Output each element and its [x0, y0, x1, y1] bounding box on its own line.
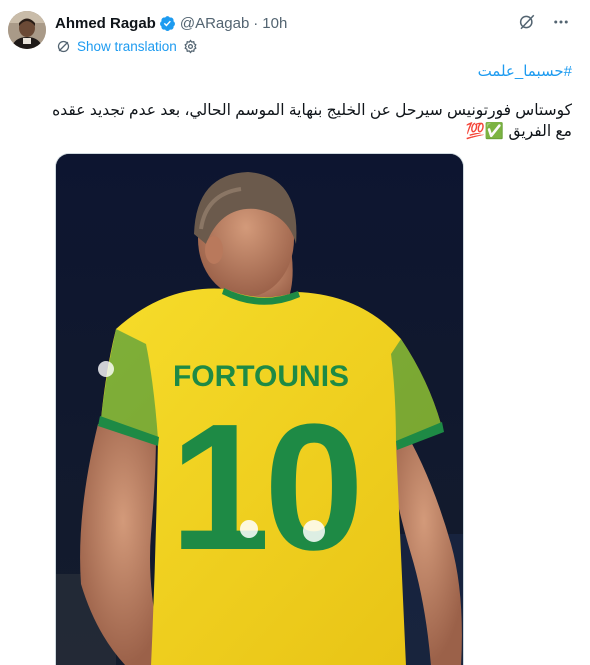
show-translation-row: Show translation [56, 39, 198, 54]
avatar[interactable] [8, 11, 46, 49]
timestamp[interactable]: 10h [262, 15, 287, 32]
more-icon[interactable] [552, 13, 570, 31]
translate-icon [56, 39, 71, 54]
grok-icon[interactable] [518, 13, 536, 31]
tweet-top-actions [518, 13, 570, 31]
tweet-photo[interactable]: FORTOUNIS 10 [55, 153, 464, 665]
jersey-number: 10 [170, 387, 358, 588]
show-translation-link[interactable]: Show translation [77, 39, 177, 54]
tweet-card: Ahmed Ragab @ARagab · 10h Show translati… [0, 0, 590, 665]
display-name[interactable]: Ahmed Ragab [55, 15, 156, 32]
author-handle[interactable]: @ARagab [180, 15, 249, 32]
time-separator: · [253, 14, 259, 32]
hashtag-link[interactable]: #حسبما_علمت [478, 62, 572, 80]
verified-badge-icon [159, 15, 176, 32]
tweet-header: Ahmed Ragab @ARagab · 10h [55, 12, 287, 34]
tweet-text: كوستاس فورتونيس سيرحل عن الخليج بنهاية ا… [52, 102, 572, 140]
settings-icon[interactable] [183, 39, 198, 54]
